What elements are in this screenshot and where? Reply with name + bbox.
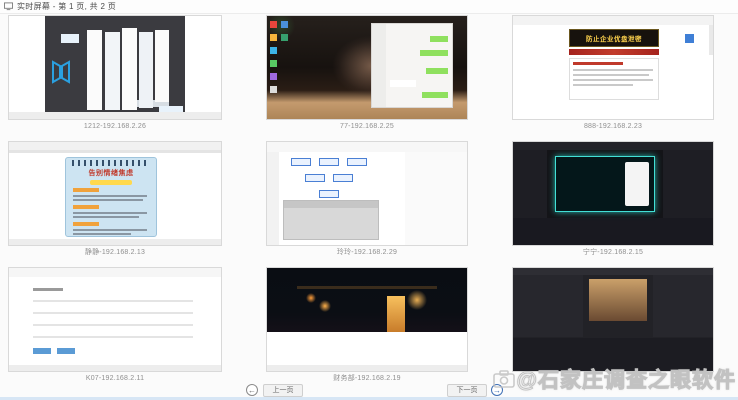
screen-cell: 1212-192.168.2.26 <box>8 15 222 141</box>
screen-thumbnail-k07[interactable] <box>8 267 222 372</box>
screen-cell: 财务部-192.168.2.19 <box>266 267 468 393</box>
screen-thumbnail-77[interactable] <box>266 15 468 120</box>
spiral-binding <box>72 160 150 166</box>
flowchart-node <box>319 158 339 166</box>
window-title-bar: 实时屏幕 - 第 1 页, 共 2 页 <box>0 0 738 14</box>
page-title: 实时屏幕 - 第 1 页, 共 2 页 <box>17 1 116 12</box>
flowchart-node <box>305 174 325 182</box>
flowchart-node <box>319 190 339 198</box>
desktop-icons <box>270 21 290 95</box>
screen-cell: 77-192.168.2.25 <box>266 15 468 141</box>
screen-caption: 1212-192.168.2.26 <box>8 120 222 133</box>
wechat-window <box>371 23 453 108</box>
article-banner: 防止企业优盘泄密 <box>569 29 659 47</box>
screen-caption: 77-192.168.2.25 <box>266 120 468 133</box>
screen-cell: 宁宁-192.168.2.15 <box>512 141 714 267</box>
screen-cell: K07-192.168.2.11 <box>8 267 222 393</box>
article-subtitle-bar <box>569 49 659 55</box>
flowchart-node <box>333 174 353 182</box>
monitor-icon <box>4 2 13 11</box>
overlapping-window <box>283 200 379 240</box>
next-page-arrow-icon[interactable]: → <box>491 384 503 396</box>
prev-page-button[interactable]: 上一页 <box>263 384 303 397</box>
screen-cell: 告别情绪焦虑 静静-192.168.2.13 <box>8 141 222 267</box>
note-title: 告别情绪焦虑 <box>66 168 156 178</box>
flowchart-node <box>347 158 367 166</box>
screen-caption: 888-192.168.2.23 <box>512 120 714 133</box>
screen-thumbnail-editor[interactable] <box>512 267 714 372</box>
screen-thumbnail-ningning[interactable] <box>512 141 714 246</box>
article-body <box>569 58 659 100</box>
screen-cell <box>512 267 714 393</box>
xmind-logo-icon <box>51 60 71 84</box>
prev-page-arrow-icon[interactable]: ← <box>246 384 258 396</box>
next-page-button[interactable]: 下一页 <box>447 384 487 397</box>
screen-caption: 宁宁-192.168.2.15 <box>512 246 714 259</box>
screen-thumbnail-lingling[interactable] <box>266 141 468 246</box>
screen-thumbnail-1212[interactable] <box>8 15 222 120</box>
screen-caption: 玲玲-192.168.2.29 <box>266 246 468 259</box>
article-column: 防止企业优盘泄密 <box>569 29 659 100</box>
screen-caption: 静静-192.168.2.13 <box>8 246 222 259</box>
screen-cell: 防止企业优盘泄密 888-192.168.2.23 <box>512 15 714 141</box>
note-card: 告别情绪焦虑 <box>65 157 157 237</box>
screens-grid: 1212-192.168.2.26 77-192.168.2.25 防止企业优盘… <box>8 15 714 393</box>
screen-cell: 玲玲-192.168.2.29 <box>266 141 468 267</box>
note-lines <box>73 188 149 236</box>
screen-thumbnail-jingjing[interactable]: 告别情绪焦虑 <box>8 141 222 246</box>
settings-card <box>625 162 649 206</box>
screen-thumbnail-caiwubu[interactable] <box>266 267 468 372</box>
highlight-pill <box>90 180 132 185</box>
screen-thumbnail-888[interactable]: 防止企业优盘泄密 <box>512 15 714 120</box>
flowchart-node <box>291 158 311 166</box>
